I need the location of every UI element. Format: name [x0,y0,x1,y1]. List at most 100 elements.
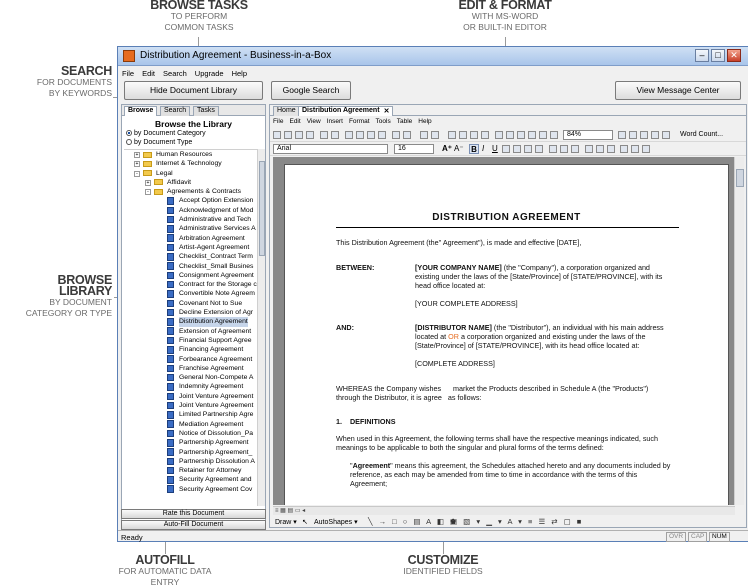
autoshapes-menu-button[interactable]: AutoShapes ▾ [314,518,358,526]
tree-document[interactable]: Convertible Note Agreem [124,289,258,298]
or-choice-field[interactable]: OR [448,332,459,341]
italic-icon[interactable]: I [482,144,484,153]
scroll-thumb[interactable] [736,169,744,187]
distributor-address-field[interactable]: [COMPLETE ADDRESS] [415,359,495,369]
document-title[interactable]: DISTRIBUTION AGREEMENT [285,213,728,223]
fill-color-icons[interactable]: ▣ ▧ ▾ ▁ ▾ A ▾ ≡ ☰ ⇄ ▢ ■ [450,517,583,526]
editor-menu-file[interactable]: File [270,117,286,126]
toolbar-icon[interactable] [495,131,503,139]
font-size-select[interactable]: 16 [394,144,434,154]
tree-folder[interactable]: - Legal [124,169,258,178]
tree-document[interactable]: Acknowledgment of Mod [124,206,258,215]
menu-edit[interactable]: Edit [138,67,159,80]
toolbar-icon[interactable] [506,131,514,139]
tree-document[interactable]: Financial Support Agree [124,336,258,345]
tree-document[interactable]: Arbitration Agreement [124,234,258,243]
toolbar-icon[interactable] [517,131,525,139]
tree-document[interactable]: Mediation Agreement [124,420,258,429]
toolbar-icon[interactable] [513,145,521,153]
toolbar-icon[interactable] [642,145,650,153]
tree-document[interactable]: Artist-Agent Agreement [124,243,258,252]
tree-document[interactable]: Franchise Agreement [124,364,258,373]
close-tab-icon[interactable]: ✕ [384,107,390,115]
close-button[interactable]: ✕ [727,49,741,62]
document-page[interactable]: DISTRIBUTION AGREEMENT This Distribution… [284,164,729,505]
toolbar-icon[interactable] [535,145,543,153]
toolbar-icon[interactable] [356,131,364,139]
toolbar-icon[interactable] [448,131,456,139]
distributor-name-field[interactable]: [DISTRIBUTOR NAME] [415,323,492,332]
tree-document[interactable]: Partnership Agreement [124,438,258,447]
message-center-button[interactable]: View Message Center [615,81,741,100]
expand-icon[interactable]: + [134,152,140,158]
expand-icon[interactable]: + [145,179,151,186]
tree-document[interactable]: Administrative Services A [124,224,258,233]
company-name-field[interactable]: [YOUR COMPANY NAME] [415,263,502,272]
tree-document[interactable]: Partnership Agreement_ [124,448,258,457]
zoom-select[interactable]: 84% [563,130,613,140]
tab-tasks[interactable]: Tasks [193,106,219,116]
tab-browse[interactable]: Browse [124,106,158,116]
collapse-icon[interactable]: - [134,170,140,177]
document-scrollbar[interactable] [734,157,744,505]
toolbar-icon[interactable] [620,145,628,153]
toolbar-icon[interactable] [524,145,532,153]
tree-document[interactable]: Covenant Not to Sue [124,299,258,308]
toolbar-icon[interactable] [629,131,637,139]
toolbar-icon[interactable] [502,145,510,153]
expand-icon[interactable]: + [134,161,140,168]
toolbar-icon[interactable] [662,131,670,139]
tree-document[interactable]: Limited Partnership Agre [124,410,258,419]
underline-icon[interactable]: U [492,144,498,153]
toolbar-icon[interactable] [549,145,557,153]
tree-document[interactable]: Consignment Agreement [124,271,258,280]
toolbar-icon[interactable] [320,131,328,139]
company-clause-line3[interactable]: head office located at: [415,281,485,291]
toolbar-icon[interactable] [560,145,568,153]
toolbar-icon[interactable] [273,131,281,139]
google-search-button[interactable]: Google Search [271,81,351,100]
word-count-button[interactable]: Word Count... [680,131,723,138]
minimize-button[interactable]: – [695,49,709,62]
tree-document[interactable]: Forbearance Agreement [124,355,258,364]
autofill-document-button[interactable]: Auto-Fill Document [121,520,266,530]
toolbar-icon[interactable] [596,145,604,153]
tree-document[interactable]: General Non-Compete A [124,373,258,382]
toolbar-icon[interactable] [550,131,558,139]
toolbar-icon[interactable] [481,131,489,139]
toolbar-icon[interactable] [459,131,467,139]
tree-folder[interactable]: - Agreements & Contracts [124,187,258,196]
editor-menu-help[interactable]: Help [415,117,434,126]
tree-document[interactable]: Joint Venture Agreement [124,401,258,410]
font-select[interactable]: Arial [273,144,388,154]
tree-folder[interactable]: + Internet & Technology [124,159,258,168]
toolbar-icon[interactable] [539,131,547,139]
toolbar-icon[interactable] [420,131,428,139]
tree-document[interactable]: Security Agreement Cov [124,485,258,494]
horizontal-scrollbar[interactable]: ≡ ▦ ▤ ▭ ◂ [273,506,735,515]
tree-folder[interactable]: + Affidavit [124,178,258,187]
editor-menu-edit[interactable]: Edit [286,117,303,126]
tree-document[interactable]: Accept Option Extension [124,196,258,205]
definitions-line2[interactable]: meanings to be applicable to both the si… [336,443,604,453]
toolbar-icon[interactable] [284,131,292,139]
distributor-clause-line3[interactable]: [State/Province] of [STATE/PROVINCE], wi… [415,341,640,351]
section-definitions[interactable]: 1. DEFINITIONS [336,417,396,427]
editor-menu-view[interactable]: View [304,117,324,126]
toolbar-icon[interactable] [585,145,593,153]
toolbar-icon[interactable] [345,131,353,139]
toolbar-icon[interactable] [331,131,339,139]
toolbar-icon[interactable] [392,131,400,139]
toolbar-icon[interactable] [631,145,639,153]
editor-menu-format[interactable]: Format [346,117,373,126]
tree-folder[interactable]: + Human Resources [124,150,258,159]
collapse-icon[interactable]: - [145,189,151,196]
toolbar-icon[interactable] [651,131,659,139]
toolbar-icon[interactable] [295,131,303,139]
editor-menu-table[interactable]: Table [394,117,416,126]
menu-file[interactable]: File [118,67,138,80]
view-mode-icons[interactable]: ≡ ▦ ▤ ▭ ◂ [275,507,305,514]
toolbar-icon[interactable] [367,131,375,139]
toolbar-icon[interactable] [528,131,536,139]
toolbar-icon[interactable] [470,131,478,139]
